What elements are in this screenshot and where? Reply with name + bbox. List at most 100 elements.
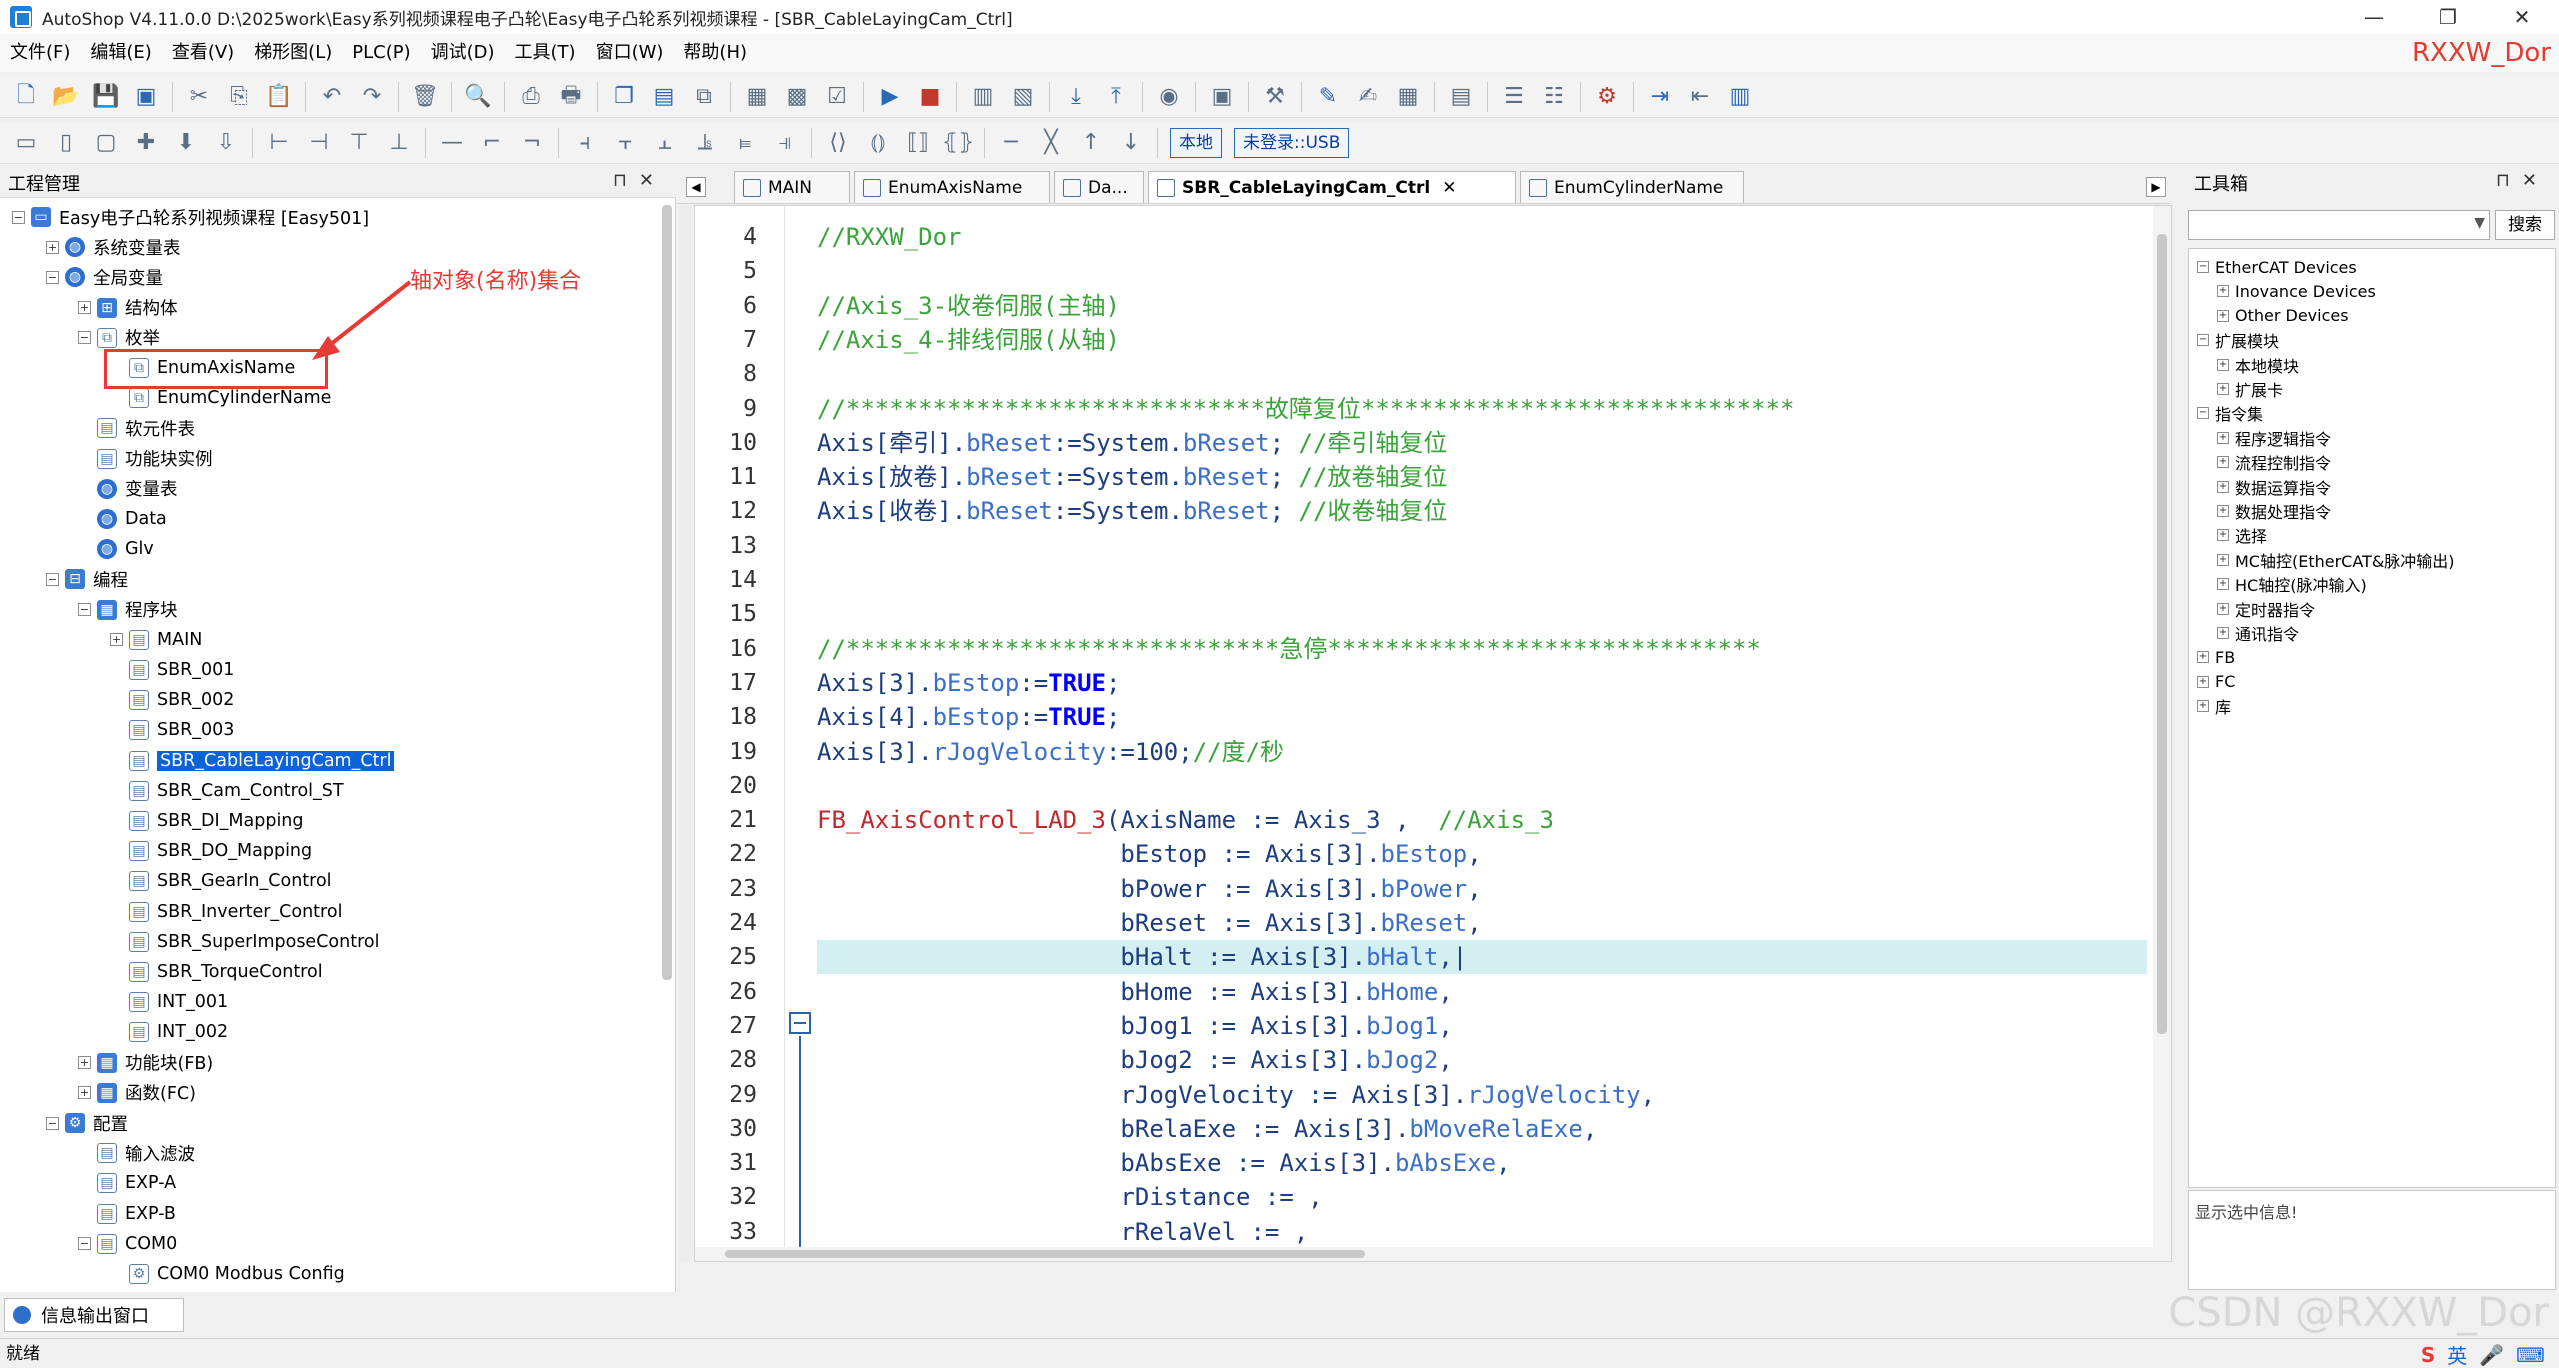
tree-item[interactable]: ◍ Data [78, 506, 167, 532]
print-icon[interactable]: 🖶 [555, 81, 587, 113]
coil-icon[interactable]: ⟨⟩ [822, 127, 854, 159]
tree-item[interactable]: − ⚙ 配置 [46, 1110, 128, 1136]
menu-plc[interactable]: PLC(P) [342, 34, 420, 72]
expand-toggle-icon[interactable]: − [46, 572, 59, 586]
pane-splitter[interactable] [680, 205, 692, 1262]
tree-item[interactable]: − ▭ Easy电子凸轮系列视频课程 [Easy501] [12, 204, 369, 230]
tree-item[interactable]: − ⧉ 枚举 [78, 325, 160, 351]
tree-item[interactable]: − ▤ COM0 [78, 1231, 177, 1257]
expand-toggle-icon[interactable]: + [2217, 358, 2229, 371]
toolbox-tree-item[interactable]: + 程序逻辑指令 [2217, 426, 2331, 450]
keyboard-icon[interactable]: ⌨ [2516, 1343, 2545, 1367]
toolbox-tree-item[interactable]: + 定时器指令 [2217, 597, 2315, 621]
close-panel-icon[interactable]: ✕ [2522, 170, 2549, 191]
tree-item[interactable]: ⚙ COM0 Modbus Config [110, 1261, 345, 1287]
code-line[interactable]: //Axis_3-收卷伺服(主轴) [817, 289, 1120, 323]
expand-toggle-icon[interactable]: + [2217, 456, 2229, 469]
contact6-icon[interactable]: ⫣ [769, 127, 801, 159]
undo-icon[interactable]: ↶ [316, 81, 348, 113]
redo-icon[interactable]: ↷ [356, 81, 388, 113]
branch2-icon[interactable]: ⊣ [303, 127, 335, 159]
tree-item[interactable]: ⧉ EnumCylinderName [110, 385, 331, 411]
upload-icon[interactable]: ⤒ [1100, 81, 1132, 113]
tree-item[interactable]: ▤ SBR_001 [110, 657, 234, 683]
mic-icon[interactable]: 🎤 [2479, 1343, 2504, 1367]
stop-icon[interactable]: ■ [914, 81, 946, 113]
expand-toggle-icon[interactable]: + [2217, 553, 2229, 566]
toolbox-tree-item[interactable]: + Other Devices [2217, 304, 2349, 328]
write-icon[interactable]: ✍ [1352, 81, 1384, 113]
menu-tools[interactable]: 工具(T) [505, 34, 586, 72]
toolbox-tree-item[interactable]: + 流程控制指令 [2217, 450, 2331, 474]
toolbox-tree-item[interactable]: + FB [2197, 645, 2235, 669]
list-icon[interactable]: ☷ [1538, 81, 1570, 113]
project-tree-scrollbar[interactable] [662, 205, 672, 980]
up-icon[interactable]: ↑ [1075, 127, 1107, 159]
code-area[interactable]: //RXXW_Dor //Axis_3-收卷伺服(主轴) //Axis_4-排线伺服… [695, 206, 2155, 1261]
tab-sbr-cablelayingcam-ctrl[interactable]: SBR_CableLayingCam_Ctrl ✕ [1148, 171, 1516, 203]
maximize-button[interactable]: ❐ [2411, 0, 2485, 34]
device-icon[interactable]: ▣ [1206, 81, 1238, 113]
code-editor[interactable]: 4 5 6 7 8 9 10 11 12 13 14 15 16 17 18 19 20 21 22 23 24 25 26… [694, 205, 2172, 1262]
minimize-button[interactable]: — [2337, 0, 2411, 34]
toolbox-tree-item[interactable]: + 通讯指令 [2217, 621, 2299, 645]
pin-icon[interactable]: ⊓ [2496, 170, 2522, 191]
save-icon[interactable]: 💾 [90, 81, 122, 113]
tab-enumcylindername[interactable]: EnumCylinderName [1520, 171, 1744, 203]
tree-item[interactable]: + ▤ MAIN [110, 627, 202, 653]
tree-item[interactable]: ▤ 功能块实例 [78, 446, 213, 472]
tree-item[interactable]: − ▦ 程序块 [78, 597, 178, 623]
expand-toggle-icon[interactable]: − [46, 270, 59, 284]
code-line[interactable]: rJogVelocity := Axis[3].rJogVelocity, [817, 1078, 1655, 1112]
align-icon[interactable]: ☰ [1498, 81, 1530, 113]
expand-toggle-icon[interactable]: + [2197, 675, 2209, 688]
tree-item[interactable]: ▤ SBR_002 [110, 687, 234, 713]
tree-item[interactable]: ◍ Glv [78, 536, 154, 562]
download-icon[interactable]: ⤓ [1060, 81, 1092, 113]
expand-toggle-icon[interactable]: + [2217, 480, 2229, 493]
copy-icon[interactable]: ⎘ [223, 81, 255, 113]
code-line[interactable]: //*****************************故障复位*****… [817, 392, 1794, 426]
delete-line-icon[interactable]: ╳ [1035, 127, 1067, 159]
code-line[interactable]: //RXXW_Dor [817, 220, 962, 254]
code-line[interactable]: Axis[3].bEstop:=TRUE; [817, 666, 1120, 700]
line-icon[interactable]: ─ [995, 127, 1027, 159]
tree-item[interactable]: ▤ INT_002 [110, 1019, 228, 1045]
hline-icon[interactable]: — [436, 127, 468, 159]
plc-icon[interactable]: ▥ [967, 81, 999, 113]
close-panel-icon[interactable]: ✕ [639, 170, 666, 191]
code-line[interactable]: bEstop := Axis[3].bEstop, [817, 837, 1481, 871]
toolbox-tree-item[interactable]: − 指令集 [2197, 401, 2263, 425]
vline-icon[interactable]: ⌐ [476, 127, 508, 159]
editor-vertical-scrollbar[interactable] [2153, 206, 2171, 1261]
rtu-icon[interactable]: ▧ [1007, 81, 1039, 113]
menu-view[interactable]: 查看(V) [162, 34, 244, 72]
check-icon[interactable]: ☑ [821, 81, 853, 113]
block-icon[interactable]: ▤ [1445, 81, 1477, 113]
tool-icon[interactable]: ⚒ [1259, 81, 1291, 113]
code-line[interactable]: Axis[牵引].bReset:=System.bReset; //牵引轴复位 [817, 426, 1447, 460]
expand-toggle-icon[interactable]: + [46, 240, 59, 254]
editor-hscroll-thumb[interactable] [725, 1250, 1365, 1258]
local-mode-button[interactable]: 本地 [1170, 127, 1222, 158]
code-line[interactable]: bReset := Axis[3].bReset, [817, 906, 1481, 940]
tab-close-icon[interactable]: ✕ [1442, 178, 1456, 198]
tree-item[interactable]: ▤ SBR_Inverter_Control [110, 899, 342, 925]
open-folder-icon[interactable]: 📂 [50, 81, 82, 113]
expand-toggle-icon[interactable]: + [110, 633, 123, 647]
tab-scroll-right-button[interactable]: ▶ [2146, 177, 2166, 197]
down-arrow-icon[interactable]: ⬇ [170, 127, 202, 159]
delete-icon[interactable]: 🗑 [409, 81, 441, 113]
code-line[interactable]: bRelaExe := Axis[3].bMoveRelaExe, [817, 1112, 1597, 1146]
toolbox-tree-item[interactable]: + 数据处理指令 [2217, 499, 2331, 523]
compile-all-icon[interactable]: ▩ [781, 81, 813, 113]
paste-icon[interactable]: 📋 [263, 81, 295, 113]
expand-toggle-icon[interactable]: + [2217, 383, 2229, 395]
tree-item[interactable]: ▤ SBR_003 [110, 717, 234, 743]
table-icon[interactable]: ▦ [1392, 81, 1424, 113]
window-tile-icon[interactable]: ▤ [648, 81, 680, 113]
tree-item[interactable]: + ⊞ 结构体 [78, 295, 178, 321]
expand-toggle-icon[interactable]: − [78, 1237, 91, 1251]
toolbox-tree-item[interactable]: + 选择 [2217, 523, 2267, 547]
run-icon[interactable]: ▶ [874, 81, 906, 113]
